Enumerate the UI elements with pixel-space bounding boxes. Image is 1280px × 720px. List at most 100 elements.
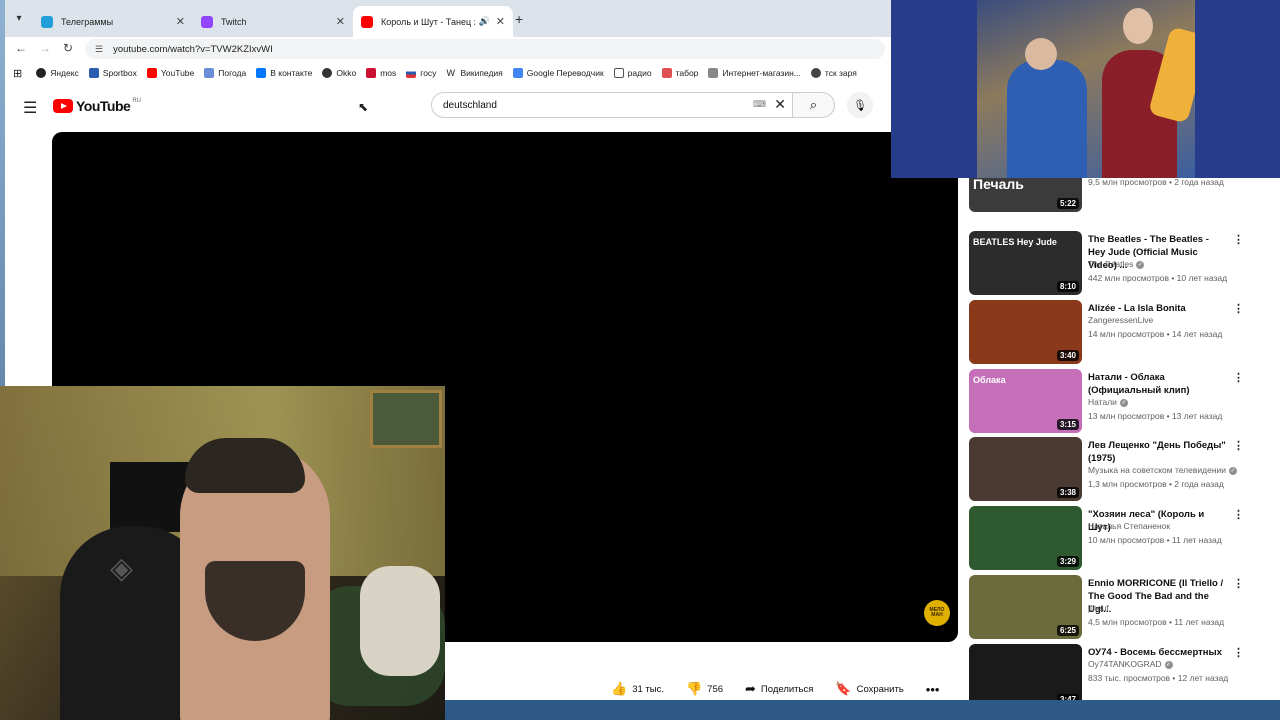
new-tab-button[interactable]: + bbox=[515, 11, 523, 27]
more-options-icon[interactable]: ⋮ bbox=[1233, 646, 1244, 659]
more-options-icon[interactable]: ⋮ bbox=[1233, 577, 1244, 590]
video-title[interactable]: Натали - Облака (Официальный клип) bbox=[1088, 371, 1226, 397]
save-button[interactable]: 🔖 Сохранить bbox=[835, 681, 903, 697]
tab-telegram[interactable]: Телеграммы ✕ bbox=[33, 6, 193, 37]
channel-name[interactable]: ZangeressenLive bbox=[1088, 315, 1153, 325]
video-meta: 442 млн просмотров • 10 лет назад bbox=[1088, 273, 1228, 283]
video-duration: 8:10 bbox=[1056, 281, 1079, 292]
site-info-icon[interactable]: ☰ bbox=[95, 44, 103, 55]
share-button[interactable]: ➦ Поделиться bbox=[745, 681, 813, 697]
video-thumbnail[interactable]: BEATLES Hey Jude 8:10 bbox=[969, 231, 1082, 295]
search-input[interactable]: deutschland ⌨ ✕ bbox=[431, 92, 793, 118]
recommendation-item[interactable]: 3:29 "Хозяин леса" (Король и Шут) Наталь… bbox=[969, 506, 1244, 570]
apps-icon[interactable]: ⊞ bbox=[13, 67, 22, 80]
reload-icon[interactable]: ↻ bbox=[63, 41, 73, 55]
more-options-icon[interactable]: ⋮ bbox=[1233, 233, 1244, 246]
channel-name[interactable]: Натали ✓ bbox=[1088, 397, 1128, 407]
recommendation-item[interactable]: 6:25 Ennio MORRICONE (Il Triello / The G… bbox=[969, 575, 1244, 639]
recommendation-item[interactable]: Облака 3:15 Натали - Облака (Официальный… bbox=[969, 369, 1244, 433]
bookmark-okko[interactable]: Okko bbox=[322, 68, 356, 78]
video-title[interactable]: ОУ74 - Восемь бессмертных bbox=[1088, 646, 1226, 659]
share-icon: ➦ bbox=[745, 681, 756, 696]
globe-icon bbox=[810, 68, 821, 78]
channel-name[interactable]: Музыка на советском телевидении ✓ bbox=[1088, 465, 1238, 475]
video-meta: 833 тыс. просмотров • 12 лет назад bbox=[1088, 673, 1229, 683]
bookmark-label: YouTube bbox=[160, 68, 195, 78]
close-icon[interactable]: ✕ bbox=[496, 15, 505, 28]
bookmark-gosu[interactable]: госу bbox=[406, 68, 436, 78]
channel-name[interactable]: jfneuf bbox=[1088, 603, 1109, 613]
bookmark-tabor[interactable]: табор bbox=[661, 68, 698, 78]
bookmark-wikipedia[interactable]: W Википедия bbox=[446, 68, 502, 78]
search-button[interactable]: ⌕ bbox=[793, 92, 835, 118]
concert-image bbox=[977, 0, 1195, 178]
thumbs-up-icon: 👍 bbox=[611, 681, 628, 696]
bookmark-youtube[interactable]: YouTube bbox=[146, 68, 195, 78]
clear-icon[interactable]: ✕ bbox=[774, 96, 786, 113]
voice-search-button[interactable]: 🎙 bbox=[847, 92, 873, 118]
bookmark-label: Okko bbox=[336, 68, 357, 78]
bookmark-sportbox[interactable]: Sportbox bbox=[88, 68, 137, 78]
video-title[interactable]: Alizée - La Isla Bonita bbox=[1088, 302, 1226, 315]
bookmark-tsk-zarya[interactable]: тск заря bbox=[810, 68, 857, 78]
bookmark-label: радио bbox=[627, 68, 652, 78]
video-thumbnail[interactable]: Облака 3:15 bbox=[969, 369, 1082, 433]
channel-name[interactable]: The Beatles ✓ bbox=[1088, 259, 1145, 269]
bookmark-label: Погода bbox=[218, 68, 247, 78]
bookmark-label: тск заря bbox=[824, 68, 857, 78]
video-thumbnail[interactable]: 3:47 bbox=[969, 644, 1082, 700]
address-bar[interactable]: ☰ youtube.com/watch?v=TVW2KZIxvWI bbox=[85, 39, 885, 59]
bookmark-weather[interactable]: Погода bbox=[204, 68, 246, 78]
video-duration: 3:15 bbox=[1056, 419, 1079, 430]
bookmark-google-translate[interactable]: Google Переводчик bbox=[512, 68, 604, 78]
bookmark-yandex[interactable]: Яндекс bbox=[36, 68, 79, 78]
back-arrow-icon[interactable]: ← bbox=[15, 41, 27, 55]
speaker-icon[interactable]: 🔊 bbox=[479, 16, 490, 27]
bookmark-icon bbox=[366, 68, 377, 78]
bookmark-mos[interactable]: mos bbox=[366, 68, 396, 78]
youtube-logo[interactable]: YouTube RU bbox=[53, 98, 141, 114]
video-title[interactable]: Лев Лещенко "День Победы" (1975) bbox=[1088, 439, 1226, 465]
close-icon[interactable]: ✕ bbox=[176, 15, 185, 28]
recommendation-item[interactable]: 3:38 Лев Лещенко "День Победы" (1975) Му… bbox=[969, 437, 1244, 501]
channel-name[interactable]: Oy74TANKOGRAD ✓ bbox=[1088, 659, 1173, 669]
tab-twitch[interactable]: Twitch ✕ bbox=[193, 6, 353, 37]
forward-arrow-icon[interactable]: → bbox=[39, 41, 51, 55]
keyboard-icon[interactable]: ⌨ bbox=[753, 99, 766, 110]
more-options-icon[interactable]: ⋮ bbox=[1233, 371, 1244, 384]
video-duration: 3:29 bbox=[1056, 556, 1079, 567]
menu-icon[interactable]: ☰ bbox=[23, 98, 37, 118]
close-icon[interactable]: ✕ bbox=[336, 15, 345, 28]
like-button[interactable]: 👍 31 тыс. bbox=[611, 681, 664, 697]
video-meta: 14 млн просмотров • 14 лет назад bbox=[1088, 329, 1223, 339]
bookmark-icon bbox=[146, 68, 157, 78]
more-options-icon[interactable]: ⋮ bbox=[1233, 508, 1244, 521]
bookmark-label: mos bbox=[380, 68, 397, 78]
wikipedia-icon: W bbox=[446, 68, 455, 78]
streamer-hair bbox=[185, 438, 305, 493]
recommendation-item[interactable]: BEATLES Hey Jude 8:10 The Beatles - The … bbox=[969, 231, 1244, 295]
tab-title: Король и Шут - Танец злого bbox=[381, 16, 475, 27]
video-thumbnail[interactable]: 3:29 bbox=[969, 506, 1082, 570]
bookmark-icon bbox=[512, 68, 523, 78]
bookmark-radio[interactable]: радио bbox=[613, 68, 652, 78]
dislike-button[interactable]: 👎 756 bbox=[686, 681, 723, 697]
tab-youtube[interactable]: Король и Шут - Танец злого 🔊 ✕ bbox=[353, 6, 513, 37]
more-actions-button[interactable]: ••• bbox=[926, 682, 945, 697]
video-thumbnail[interactable]: 6:25 bbox=[969, 575, 1082, 639]
tab-search-icon[interactable]: ▾ bbox=[10, 9, 28, 27]
logo-text: YouTube bbox=[76, 98, 131, 114]
bookmark-shop[interactable]: Интернет-магазин... bbox=[708, 68, 801, 78]
video-thumbnail[interactable]: 3:40 bbox=[969, 300, 1082, 364]
more-options-icon[interactable]: ⋮ bbox=[1233, 439, 1244, 452]
channel-name[interactable]: Наталья Степаненок bbox=[1088, 521, 1170, 531]
webcam-clothes bbox=[360, 566, 440, 676]
bookmark-icon bbox=[88, 68, 99, 78]
more-options-icon[interactable]: ⋮ bbox=[1233, 302, 1244, 315]
recommendation-item[interactable]: 3:47 ОУ74 - Восемь бессмертных Oy74TANKO… bbox=[969, 644, 1244, 700]
recommendation-item[interactable]: 3:40 Alizée - La Isla Bonita Zangeressen… bbox=[969, 300, 1244, 364]
bookmark-vk[interactable]: В контакте bbox=[256, 68, 312, 78]
channel-label: The Beatles bbox=[1088, 259, 1134, 269]
video-thumbnail[interactable]: 3:38 bbox=[969, 437, 1082, 501]
concert-video-overlay bbox=[891, 0, 1280, 178]
